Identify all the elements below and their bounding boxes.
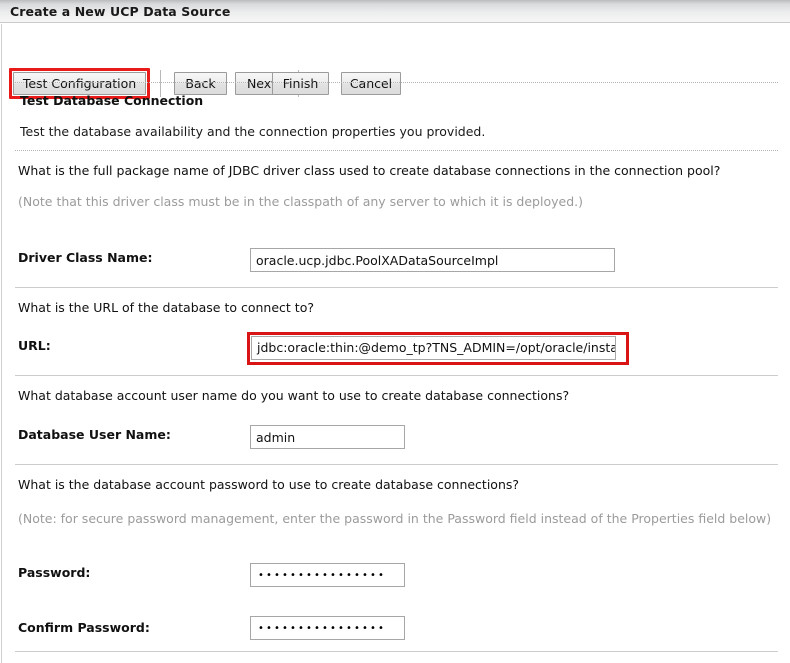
test-configuration-button[interactable]: Test Configuration: [13, 72, 146, 95]
password-label: Password:: [18, 565, 91, 580]
cancel-button[interactable]: Cancel: [341, 72, 401, 95]
driver-class-name-input[interactable]: [250, 248, 615, 272]
url-input[interactable]: jdbc:oracle:thin:@demo_tp?TNS_ADMIN=/opt…: [251, 336, 616, 360]
wizard-toolbar: Test Configuration Back Next Finish Canc…: [0, 24, 790, 99]
confirm-password-label: Confirm Password:: [18, 620, 150, 635]
dialog-title: Create a New UCP Data Source: [10, 4, 231, 19]
page-subheading: Test the database availability and the c…: [20, 124, 486, 139]
content-left-border: [1, 24, 2, 663]
dialog-titlebar: Create a New UCP Data Source: [0, 0, 790, 23]
finish-button[interactable]: Finish: [272, 72, 329, 95]
separator-5: [15, 651, 778, 652]
page-heading: Test Database Connection: [20, 93, 204, 108]
database-user-name-question: What database account user name do you w…: [18, 388, 570, 403]
url-input-value: jdbc:oracle:thin:@demo_tp?TNS_ADMIN=/opt…: [257, 340, 616, 355]
url-label: URL:: [18, 338, 51, 353]
create-ucp-data-source-dialog: Create a New UCP Data Source Test Config…: [0, 0, 790, 663]
driver-class-question: What is the full package name of JDBC dr…: [18, 163, 721, 178]
password-input[interactable]: ••••••••••••••••: [250, 563, 405, 587]
database-user-name-label: Database User Name:: [18, 427, 171, 442]
driver-class-name-label: Driver Class Name:: [18, 250, 153, 265]
confirm-password-input[interactable]: ••••••••••••••••: [250, 616, 405, 640]
separator-4: [15, 464, 778, 465]
url-question: What is the URL of the database to conne…: [18, 300, 314, 315]
confirm-password-masked-value: ••••••••••••••••: [258, 623, 386, 634]
database-user-name-input[interactable]: [250, 425, 405, 449]
separator-3: [15, 375, 778, 376]
separator-2: [15, 287, 778, 288]
back-button[interactable]: Back: [174, 72, 227, 95]
separator-below-toolbar: [15, 82, 778, 83]
separator-1: [15, 150, 778, 151]
password-masked-value: ••••••••••••••••: [258, 570, 386, 581]
password-question: What is the database account password to…: [18, 477, 520, 492]
password-note: (Note: for secure password management, e…: [18, 511, 772, 526]
driver-class-note: (Note that this driver class must be in …: [18, 194, 583, 209]
